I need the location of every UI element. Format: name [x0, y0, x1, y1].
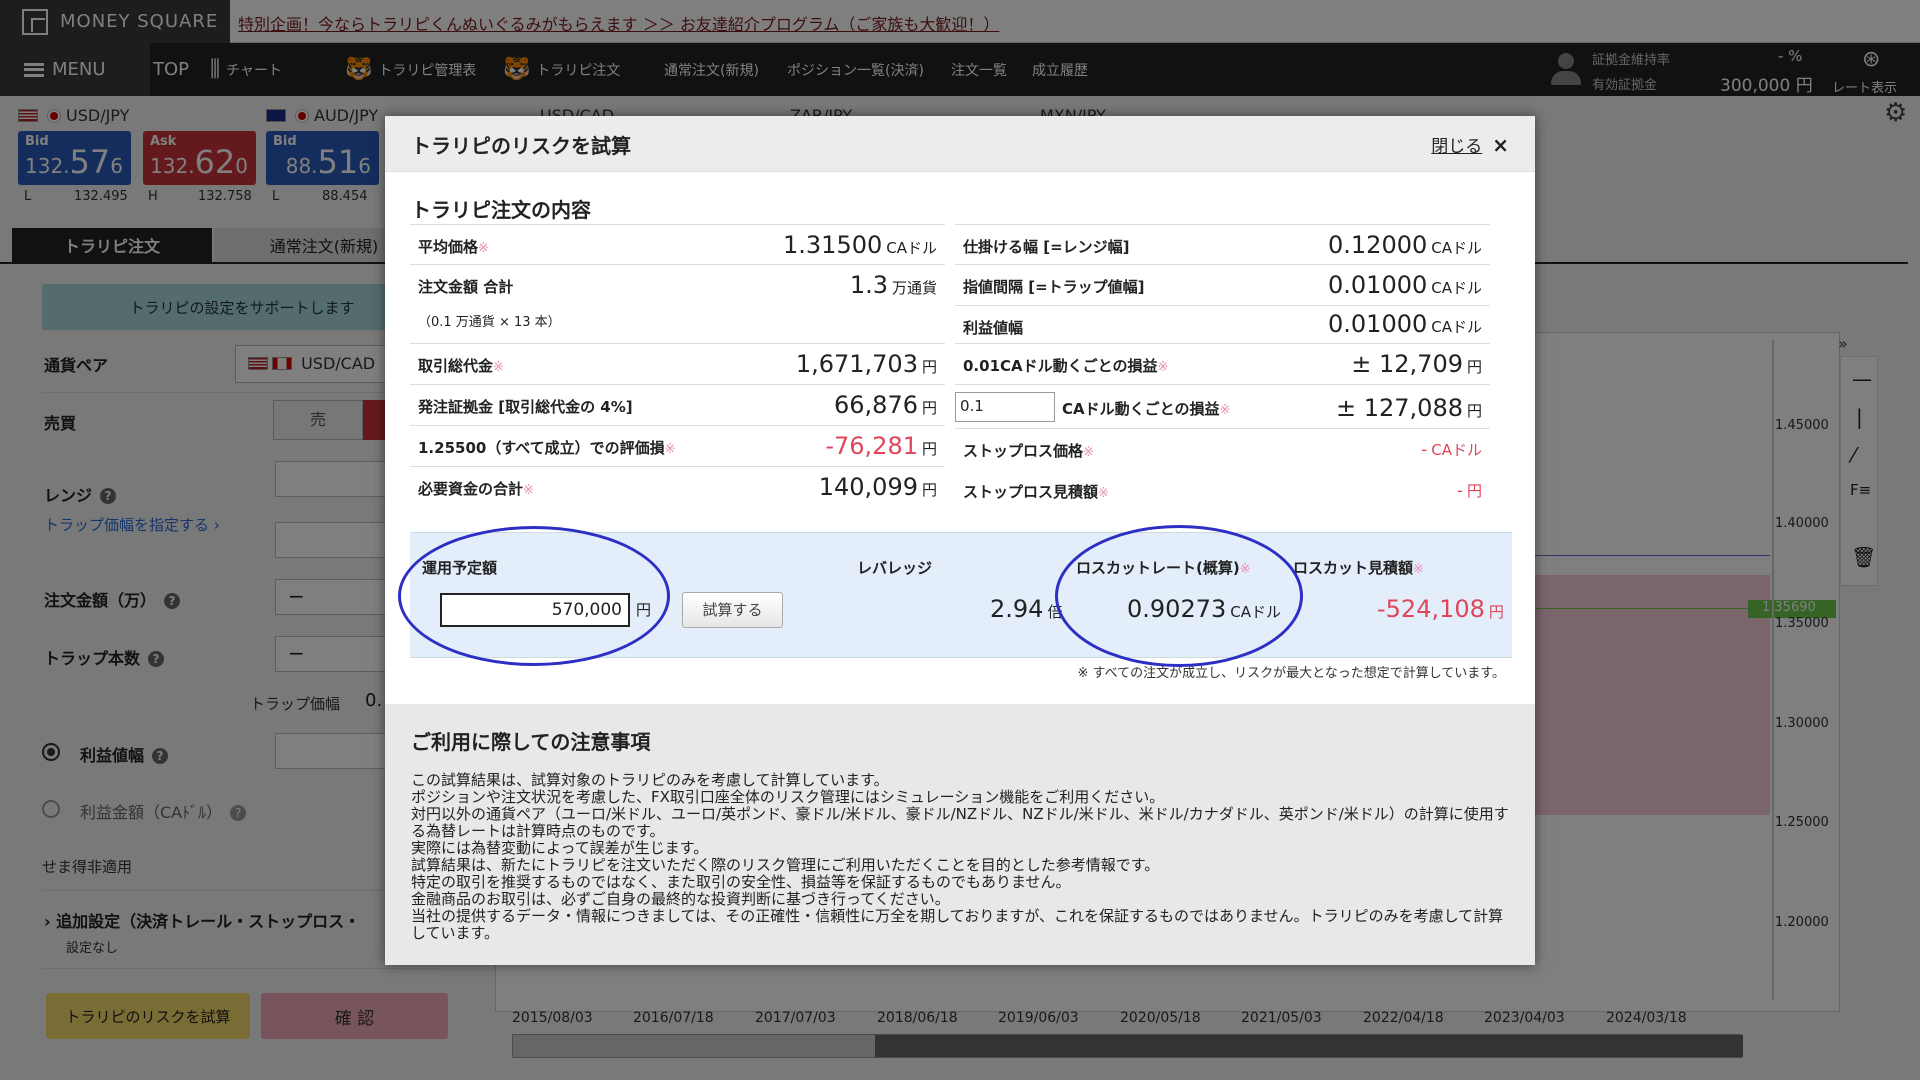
row-average-price: 平均価格※ 1.31500 CAドル: [410, 224, 945, 265]
row-profit-width: 利益値幅 0.01000 CAドル: [955, 306, 1490, 344]
leverage-value: 2.94 倍: [990, 595, 1063, 623]
asterisk-note: ※ すべての注文が成立し、リスクが最大となった想定で計算しています。: [1077, 666, 1505, 681]
row-range-width: 仕掛ける幅 [=レンジ幅] 0.12000 CAドル: [955, 224, 1490, 265]
note-line: ポジションや注文状況を考慮した、FX取引口座全体のリスク管理にはシミュレーション…: [411, 788, 1165, 806]
close-button[interactable]: 閉じる ×: [1431, 132, 1509, 157]
note-line: 試算結果は、新たにトラリピを注文いただく際のリスク管理にご利用いただくことを目的…: [411, 856, 1160, 874]
pl-step-input[interactable]: 0.1: [955, 392, 1055, 422]
row-order-total: 注文金額 合計 1.3 万通貨: [418, 271, 937, 299]
annotation-circle: [398, 526, 670, 666]
calculate-button[interactable]: 試算する: [682, 592, 783, 628]
close-icon: ×: [1492, 133, 1509, 157]
note-line: 当社の提供するデータ・情報につきましては、その正確性・信頼性に万全を期しておりま…: [411, 907, 1504, 942]
note-line: 対円以外の通貨ペア（ユーロ/米ドル、ユーロ/英ポンド、豪ドル/米ドル、豪ドル/N…: [411, 805, 1509, 840]
note-line: 金融商品のお取引は、必ずご自身の最終的な投資判断に基づき行ってください。: [411, 890, 950, 908]
losscut-estimate-value: -524,108 円: [1377, 595, 1504, 623]
row-trap-width: 指値間隔 [=トラップ値幅] 0.01000 CAドル: [955, 265, 1490, 306]
note-line: 特定の取引を推奨するものではなく、また取引の安全性、損益等を保証するものでもあり…: [411, 873, 1071, 891]
note-line: この試算結果は、試算対象のトラリピのみを考慮して計算しています。: [411, 771, 889, 789]
leverage-label: レバレッジ: [857, 559, 933, 577]
row-pl-per-001: 0.01CAドル動くごとの損益※ ± 12,709 円: [955, 344, 1490, 385]
row-stoploss-price: ストップロス価格※ - CAドル: [963, 440, 1482, 460]
notes-title: ご利用に際しての注意事項: [411, 730, 651, 754]
note-line: 実際には為替変動によって誤差が生じます。: [411, 839, 709, 857]
notes-body: この試算結果は、試算対象のトラリピのみを考慮して計算しています。 ポジションや注…: [411, 772, 1511, 942]
row-valuation-loss: 1.25500（すべて成立）での評価損※ -76,281 円: [410, 426, 945, 467]
row-stoploss-estimate: ストップロス見積額※ - 円: [963, 481, 1482, 501]
row-trade-amount: 取引総代金※ 1,671,703 円: [410, 344, 945, 385]
row-required-funds: 必要資金の合計※ 140,099 円: [418, 473, 937, 501]
modal-title: トラリピのリスクを試算: [411, 134, 631, 158]
losscut-estimate-label: ロスカット見積額※: [1293, 559, 1424, 577]
row-order-margin: 発注証拠金 [取引総代金の 4%] 66,876 円: [410, 385, 945, 426]
row-order-breakdown: （0.1 万通貨 × 13 本）: [410, 306, 945, 344]
row-pl-per-custom: 0.1 CAドル動くごとの損益※ ± 127,088 円: [955, 385, 1490, 429]
section-title: トラリピ注文の内容: [411, 198, 591, 222]
notes-section: ご利用に際しての注意事項 この試算結果は、試算対象のトラリピのみを考慮して計算し…: [385, 704, 1535, 965]
annotation-circle: [1055, 525, 1303, 667]
